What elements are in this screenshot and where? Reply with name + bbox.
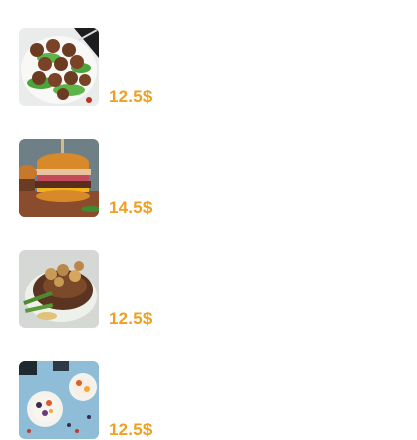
menu-item[interactable]: 12.5$ bbox=[19, 28, 399, 108]
item-price: 14.5$ bbox=[109, 198, 153, 217]
menu-item[interactable]: 12.5$ bbox=[19, 250, 399, 330]
menu-item[interactable]: 12.5$ bbox=[19, 361, 399, 440]
item-price: 12.5$ bbox=[109, 309, 153, 328]
menu-list: 12.5$ 14.5$ 12.5$ 12.5$ bbox=[0, 0, 417, 440]
item-price: 12.5$ bbox=[109, 420, 153, 439]
meatballs-photo[interactable] bbox=[19, 28, 99, 106]
item-price: 12.5$ bbox=[109, 87, 153, 106]
menu-item[interactable]: 14.5$ bbox=[19, 139, 399, 219]
burger-photo[interactable] bbox=[19, 139, 99, 217]
yogurt-bowl-photo[interactable] bbox=[19, 361, 99, 439]
steak-photo[interactable] bbox=[19, 250, 99, 328]
